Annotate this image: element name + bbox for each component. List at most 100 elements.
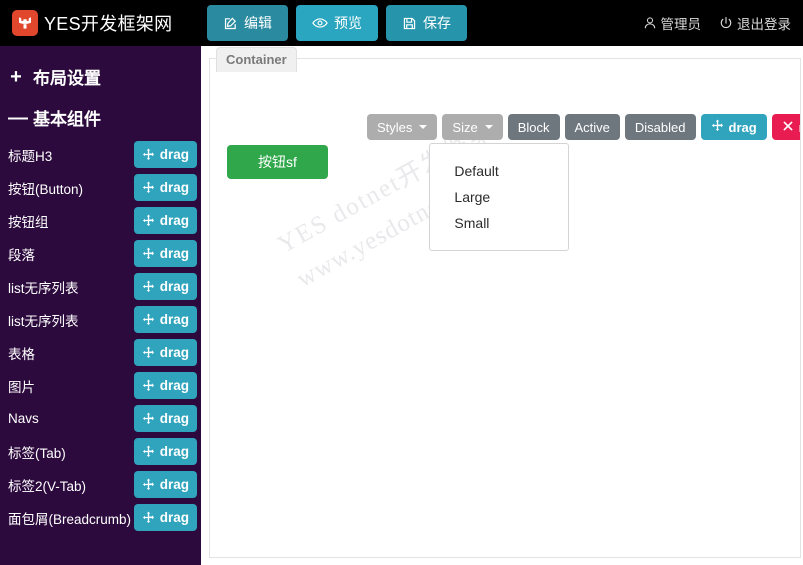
chevron-down-icon [484, 125, 493, 129]
sidebar-component-list: 标题H3 drag 按钮(Button) drag 按钮组 drag 段落 drag list无… [0, 138, 201, 534]
sidebar-item-label: 按钮(Button) [8, 181, 84, 197]
sidebar-drag-button[interactable]: drag [133, 306, 197, 333]
sidebar-drag-label: drag [159, 312, 189, 327]
size-dropdown-button[interactable]: Size [442, 114, 503, 140]
save-button[interactable]: 保存 [386, 5, 467, 41]
preview-button-label: 预览 [334, 15, 362, 31]
sidebar-group-layout[interactable]: + 布局设置 [0, 56, 201, 97]
sidebar-drag-label: drag [159, 444, 189, 459]
editor-panel: YES dotnet开发框架 www.yesdotnet.com 按钮sf St… [209, 47, 801, 558]
sidebar-drag-label: drag [159, 180, 189, 195]
sidebar-drag-label: drag [159, 411, 189, 426]
user-icon [643, 16, 657, 30]
sidebar-item-label: 按钮组 [8, 214, 49, 230]
yes-logo-icon [12, 10, 38, 36]
move-arrows-icon [142, 379, 155, 392]
chevron-down-icon [419, 125, 428, 129]
sidebar-drag-button[interactable]: drag [133, 339, 197, 366]
sidebar-drag-label: drag [159, 345, 189, 360]
sidebar-item-5[interactable]: list无序列表 drag [0, 303, 201, 336]
sidebar: + 布局设置 — 基本组件 标题H3 drag 按钮(Button) drag 按钮组 d… [0, 46, 201, 565]
sidebar-drag-button[interactable]: drag [133, 405, 197, 432]
move-arrows-icon [142, 511, 155, 524]
sidebar-item-9[interactable]: 标签(Tab) drag [0, 435, 201, 468]
move-arrows-icon [142, 346, 155, 359]
brand-name: YES开发框架网 [44, 14, 173, 34]
close-x-icon [782, 120, 794, 135]
app-root: YES开发框架网 编辑 预览 保存 管理员 退出登录 + 布局设置 — 基本组件… [0, 0, 803, 565]
sidebar-group-layout-label: 布局设置 [33, 69, 101, 88]
size-option-1[interactable]: Large [430, 184, 568, 210]
move-arrows-icon [142, 148, 155, 161]
sidebar-item-10[interactable]: 标签2(V-Tab) drag [0, 468, 201, 501]
sidebar-drag-button[interactable]: drag [133, 471, 197, 498]
sidebar-item-label: list无序列表 [8, 280, 79, 296]
drag-button[interactable]: drag [700, 114, 767, 140]
user-menu[interactable]: 管理员 [643, 13, 702, 33]
active-button[interactable]: Active [564, 114, 620, 140]
sidebar-item-0[interactable]: 标题H3 drag [0, 138, 201, 171]
sidebar-drag-button[interactable]: drag [133, 273, 197, 300]
container-tab[interactable]: Container [216, 47, 297, 72]
component-toolbar: Styles Size Default Large Small Block Acti… [367, 114, 800, 251]
sidebar-drag-button[interactable]: drag [133, 174, 197, 201]
move-arrows-icon [142, 412, 155, 425]
sidebar-drag-button[interactable]: drag [133, 438, 197, 465]
sidebar-item-11[interactable]: 面包屑(Breadcrumb) drag [0, 501, 201, 534]
move-arrows-icon [142, 214, 155, 227]
plus-icon: + [10, 65, 22, 88]
sidebar-item-7[interactable]: 图片 drag [0, 369, 201, 402]
size-option-2[interactable]: Small [430, 210, 568, 236]
top-header: YES开发框架网 编辑 预览 保存 管理员 退出登录 [0, 0, 803, 46]
brand[interactable]: YES开发框架网 [0, 0, 203, 46]
size-option-0[interactable]: Default [430, 158, 568, 184]
sidebar-drag-button[interactable]: drag [133, 141, 197, 168]
remove-button-label: remove [799, 120, 800, 135]
sidebar-item-label: 标签2(V-Tab) [8, 478, 87, 494]
edit-square-icon [223, 16, 238, 31]
sidebar-item-label: 标题H3 [8, 148, 53, 164]
edit-button[interactable]: 编辑 [207, 5, 288, 41]
sidebar-group-basic[interactable]: — 基本组件 [0, 97, 201, 138]
sidebar-item-4[interactable]: list无序列表 drag [0, 270, 201, 303]
remove-button[interactable]: remove [771, 114, 800, 140]
move-arrows-icon [142, 280, 155, 293]
sidebar-drag-button[interactable]: drag [133, 504, 197, 531]
block-button[interactable]: Block [507, 114, 560, 140]
sidebar-drag-label: drag [159, 279, 189, 294]
sidebar-item-label: list无序列表 [8, 313, 79, 329]
logout-link[interactable]: 退出登录 [719, 13, 791, 33]
move-arrows-icon [142, 445, 155, 458]
panel-clip: YES dotnet开发框架 www.yesdotnet.com 按钮sf St… [210, 59, 800, 557]
header-actions: 编辑 预览 保存 [207, 5, 467, 41]
sidebar-drag-button[interactable]: drag [133, 207, 197, 234]
sidebar-item-label: 标签(Tab) [8, 445, 66, 461]
disabled-button[interactable]: Disabled [624, 114, 696, 140]
sidebar-item-3[interactable]: 段落 drag [0, 237, 201, 270]
move-arrows-icon [142, 247, 155, 260]
drag-button-label: drag [728, 119, 757, 135]
sidebar-item-6[interactable]: 表格 drag [0, 336, 201, 369]
edit-button-label: 编辑 [244, 15, 272, 31]
move-arrows-icon [142, 181, 155, 194]
size-dropdown-menu: Default Large Small [429, 143, 570, 251]
power-icon [719, 16, 733, 30]
main-content: YES dotnet开发框架 www.yesdotnet.com 按钮sf St… [203, 46, 803, 565]
save-floppy-icon [402, 16, 417, 31]
sidebar-drag-button[interactable]: drag [133, 372, 197, 399]
sidebar-drag-button[interactable]: drag [133, 240, 197, 267]
sidebar-item-1[interactable]: 按钮(Button) drag [0, 171, 201, 204]
sidebar-item-2[interactable]: 按钮组 drag [0, 204, 201, 237]
save-button-label: 保存 [423, 15, 451, 31]
sidebar-drag-label: drag [159, 213, 189, 228]
sidebar-item-8[interactable]: Navs drag [0, 402, 201, 435]
sidebar-item-label: 图片 [8, 379, 35, 395]
sidebar-item-label: Navs [8, 411, 39, 426]
size-label: Size [452, 119, 478, 135]
sidebar-group-basic-label: 基本组件 [33, 110, 101, 129]
styles-dropdown-button[interactable]: Styles [367, 114, 438, 140]
header-right: 管理员 退出登录 [643, 0, 791, 46]
user-label: 管理员 [660, 17, 702, 32]
preview-green-button[interactable]: 按钮sf [227, 145, 328, 179]
preview-button[interactable]: 预览 [296, 5, 378, 41]
